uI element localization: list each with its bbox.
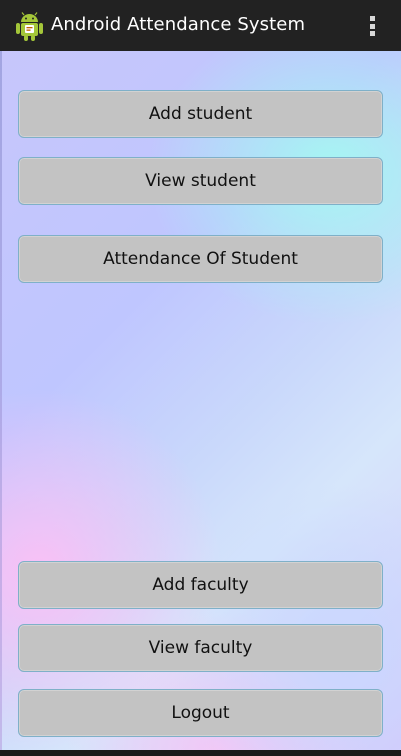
- view-faculty-button[interactable]: View faculty: [18, 624, 383, 672]
- action-bar: Android Attendance System: [0, 0, 401, 51]
- logout-button[interactable]: Logout: [18, 689, 383, 737]
- add-student-button[interactable]: Add student: [18, 90, 383, 138]
- app-title: Android Attendance System: [51, 14, 306, 35]
- menu-dot: [369, 16, 375, 21]
- attendance-of-student-button[interactable]: Attendance Of Student: [18, 235, 383, 283]
- android-icon[interactable]: [15, 12, 44, 42]
- screen: Android Attendance System Add student Vi…: [0, 0, 401, 756]
- left-edge: [0, 51, 2, 756]
- bottom-edge: [0, 750, 401, 756]
- menu-dot: [369, 31, 375, 36]
- add-faculty-button[interactable]: Add faculty: [18, 561, 383, 609]
- view-student-button[interactable]: View student: [18, 157, 383, 205]
- overflow-menu-icon[interactable]: [364, 13, 380, 39]
- menu-dot: [369, 23, 375, 29]
